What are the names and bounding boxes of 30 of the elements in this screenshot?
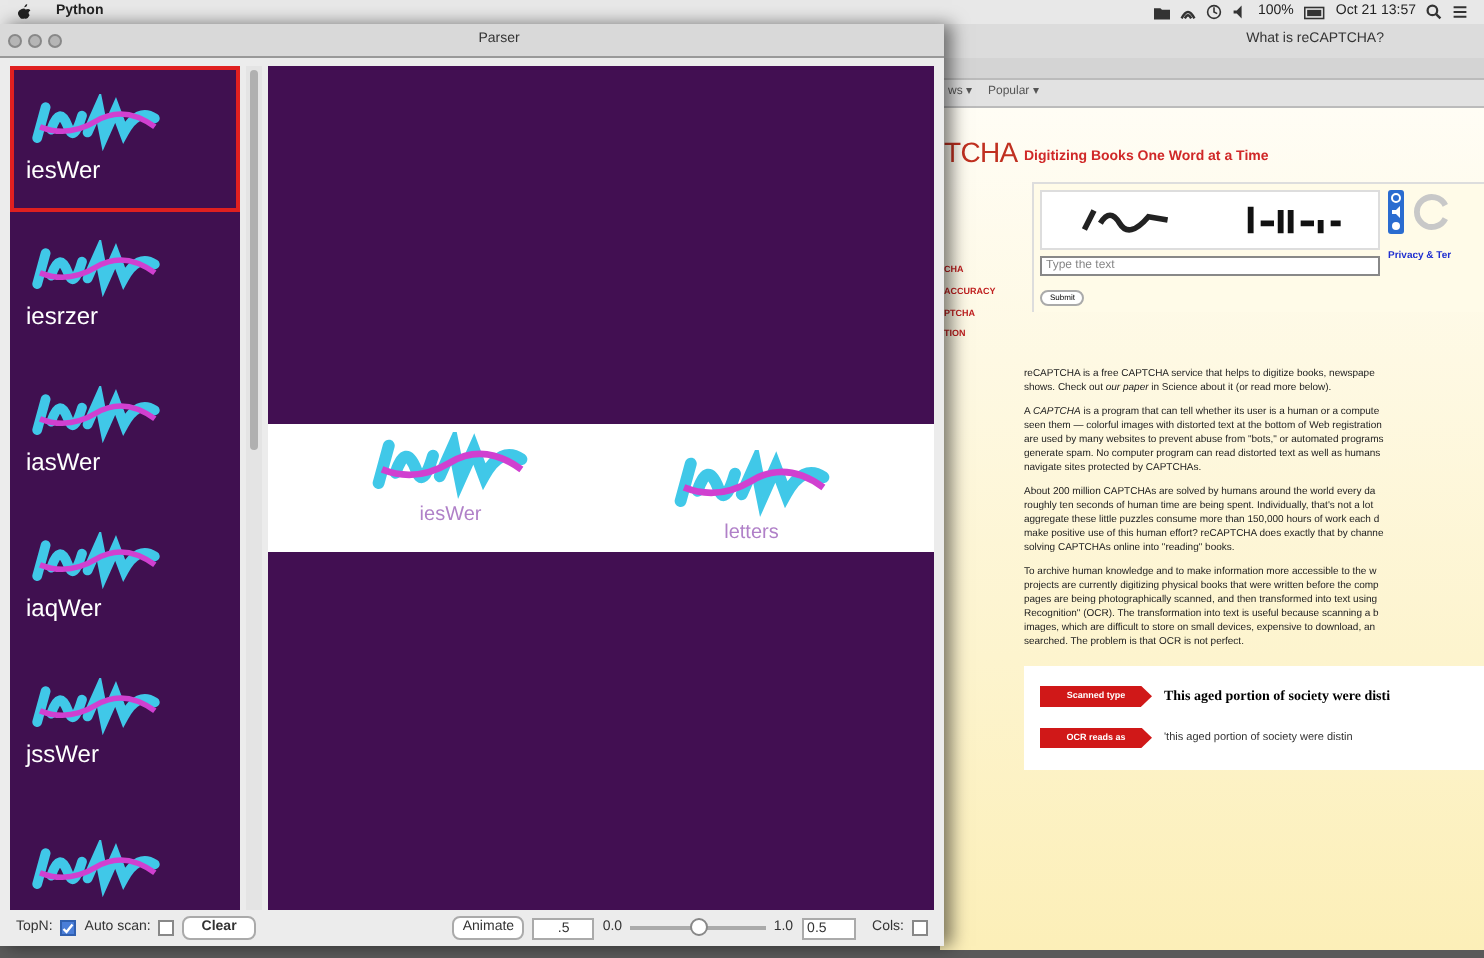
checkbox[interactable] [912,920,928,936]
sidebar-item[interactable]: jssWer [10,650,240,796]
captcha-image [1244,201,1344,237]
slider-thumb[interactable] [689,918,708,936]
captcha-image [26,93,166,153]
apple-logo-icon [16,4,32,20]
captcha-controls-icon [1388,189,1404,233]
search-icon [1426,4,1442,20]
folder-icon [1154,5,1170,19]
list-icon [1452,4,1468,20]
battery-icon [1303,5,1326,19]
sidebar-item[interactable]: iesWer [10,66,240,212]
speaker-icon [1232,4,1248,20]
clock-icon [1206,4,1222,20]
scrollbar-thumb[interactable] [250,70,258,450]
checkbox[interactable] [60,920,77,936]
checkmark-icon [62,921,75,935]
captcha-image [26,239,166,299]
checkbox[interactable] [158,920,175,936]
word-label: iesWer [419,502,482,530]
sidebar-item[interactable]: iesrzer [10,212,240,358]
captcha-image [26,839,166,899]
sidebar-item[interactable]: iasWer [10,358,240,504]
captcha-image [26,385,166,445]
sidebar-item[interactable]: iaqWer [10,504,240,650]
word-label: letters [724,520,779,548]
recaptcha-logo-icon [1412,191,1452,231]
site-logo: TCHA [944,136,1020,168]
captcha-image [26,677,166,737]
captcha-image [26,531,166,591]
